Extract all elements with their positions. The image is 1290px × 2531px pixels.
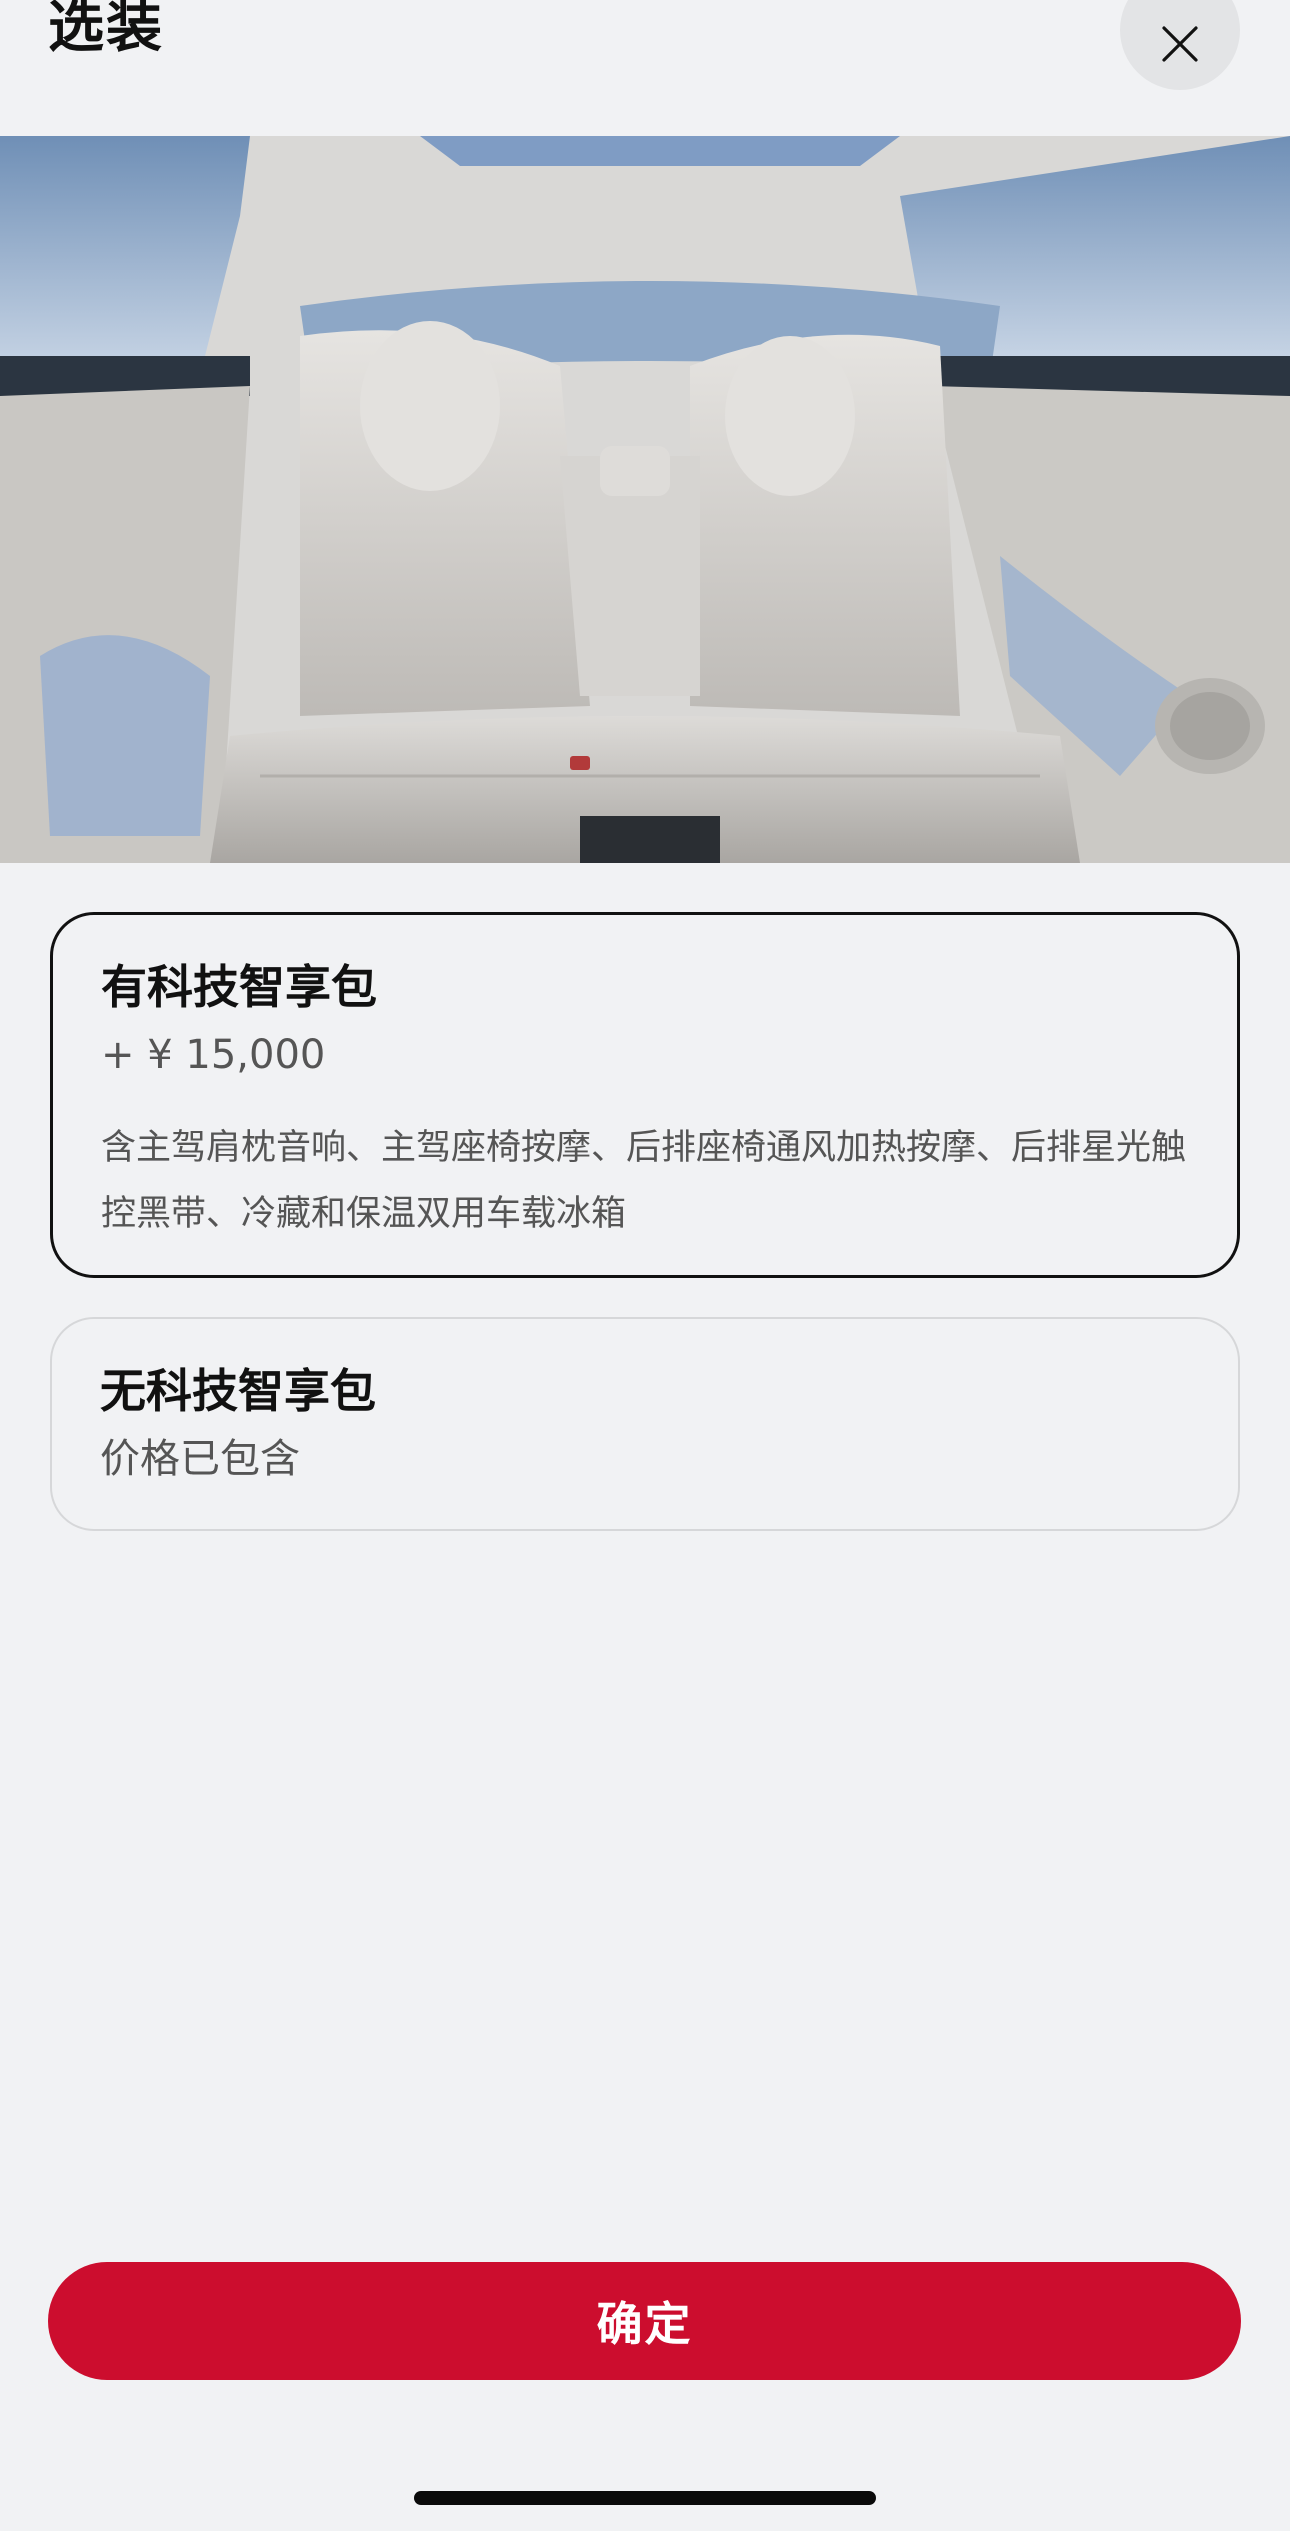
close-button[interactable] [1120,0,1240,90]
home-indicator [414,2491,876,2505]
option-title: 无科技智享包 [100,1364,376,1418]
option-title: 有科技智享包 [101,960,377,1014]
option-card-without-tech-pack[interactable]: 无科技智享包 价格已包含 [50,1317,1240,1531]
close-icon [1162,26,1198,62]
option-price: 价格已包含 [100,1436,300,1482]
option-card-with-tech-pack[interactable]: 有科技智享包 + ¥ 15,000 含主驾肩枕音响、主驾座椅按摩、后排座椅通风加… [50,912,1240,1278]
confirm-button[interactable]: 确定 [48,2262,1241,2380]
car-interior-image [0,136,1290,863]
option-description: 含主驾肩枕音响、主驾座椅按摩、后排座椅通风加热按摩、后排星光触控黑带、冷藏和保温… [101,1128,1187,1234]
option-price: + ¥ 15,000 [101,1032,326,1078]
page-title: 选装 [48,0,164,60]
